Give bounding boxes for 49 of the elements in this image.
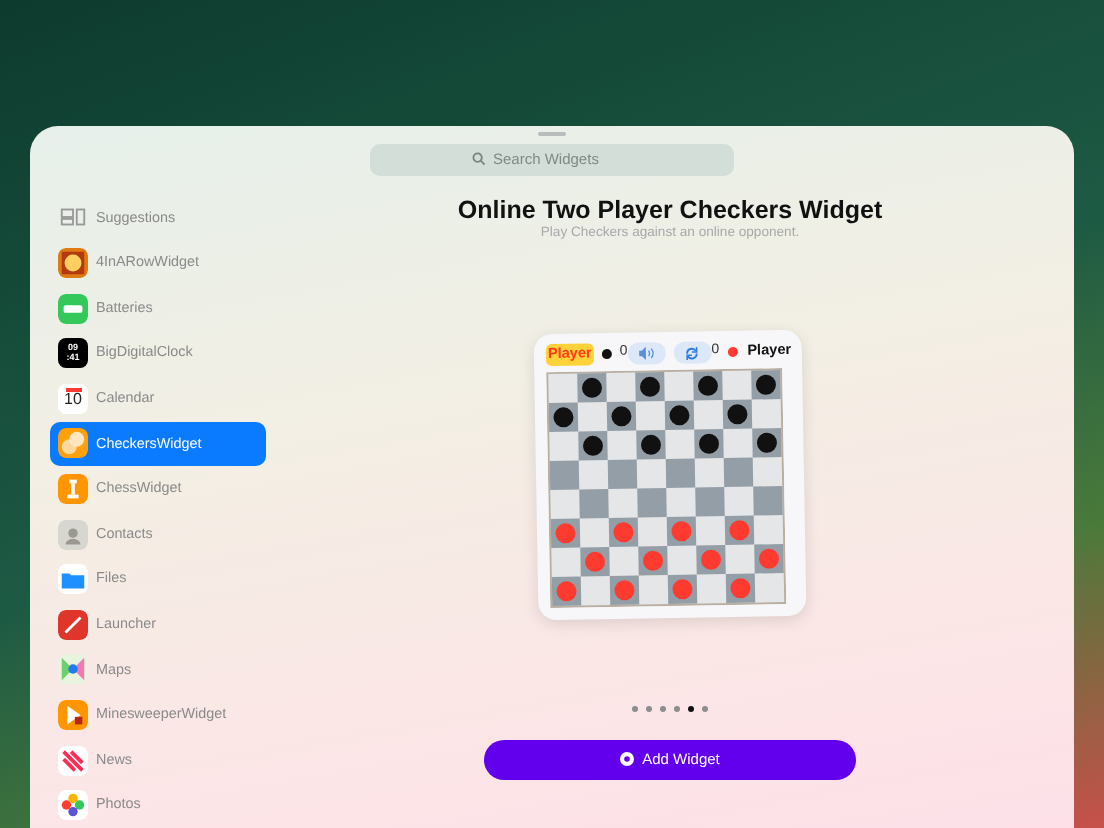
refresh-icon	[684, 343, 701, 360]
checker-piece[interactable]	[581, 377, 602, 398]
checker-piece[interactable]	[759, 548, 779, 569]
checker-piece[interactable]	[643, 550, 663, 571]
sound-button[interactable]	[627, 341, 666, 364]
checker-piece[interactable]	[613, 521, 634, 542]
checker-piece[interactable]	[701, 549, 721, 570]
checker-piece[interactable]	[671, 520, 692, 541]
battery-icon	[58, 293, 88, 324]
checker-piece[interactable]	[639, 376, 660, 397]
checker-piece[interactable]	[730, 577, 751, 598]
checker-piece[interactable]	[698, 433, 719, 454]
search-icon	[471, 152, 485, 167]
speaker-icon	[638, 345, 655, 360]
checker-piece[interactable]	[614, 579, 635, 600]
contacts-icon	[58, 519, 88, 550]
folder-icon	[58, 564, 88, 595]
checker-piece[interactable]	[555, 522, 576, 543]
checker-piece[interactable]	[585, 551, 605, 572]
checker-piece[interactable]	[672, 578, 693, 599]
sun-grid-icon	[58, 248, 88, 279]
page-dot[interactable]	[646, 705, 652, 712]
checker-piece[interactable]	[697, 375, 718, 396]
calendar-icon: 10	[58, 383, 88, 414]
page-dot[interactable]	[688, 705, 694, 712]
map-icon	[58, 654, 88, 685]
page-dot[interactable]	[702, 705, 708, 712]
flower-icon	[58, 790, 88, 821]
checker-piece[interactable]	[583, 435, 603, 456]
checker-piece[interactable]	[553, 406, 574, 427]
checker-piece[interactable]	[640, 434, 661, 455]
checker-piece[interactable]	[611, 405, 632, 426]
pen-icon	[58, 609, 88, 640]
page-dot[interactable]	[632, 705, 638, 712]
checker-piece[interactable]	[727, 403, 748, 424]
checker-pieces-icon	[58, 428, 88, 459]
chess-piece-icon	[58, 474, 88, 505]
checker-piece[interactable]	[756, 432, 777, 453]
page-dot[interactable]	[674, 705, 680, 712]
refresh-button[interactable]	[673, 340, 712, 364]
widget-title: Online Two Player Checkers Widget	[457, 197, 883, 225]
checker-piece[interactable]	[729, 519, 750, 540]
flag-icon	[58, 700, 88, 731]
checker-piece[interactable]	[556, 580, 577, 601]
news-icon	[58, 745, 88, 776]
page-dot[interactable]	[660, 705, 666, 712]
plus-circle-icon	[620, 752, 635, 767]
checker-piece[interactable]	[669, 404, 690, 425]
checker-piece[interactable]	[755, 374, 776, 395]
